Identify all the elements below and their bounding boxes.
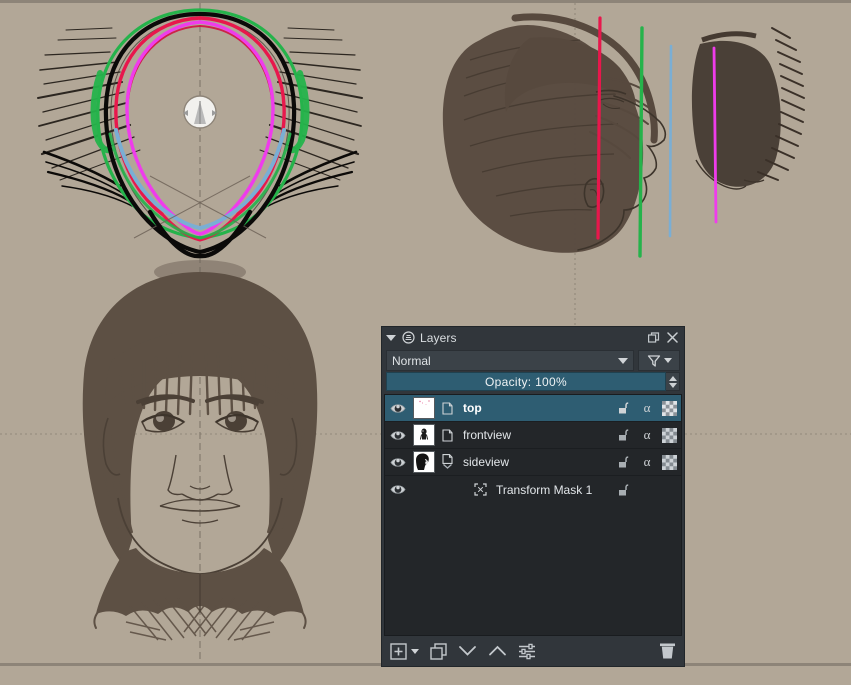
mirror-axis-handle (183, 96, 217, 128)
alpha-lock-checker-icon (662, 455, 677, 470)
duplicate-layer-button[interactable] (430, 643, 447, 660)
layer-type-cell (437, 429, 457, 442)
layer-visibility-toggle[interactable] (385, 402, 410, 415)
alpha-icon: α (640, 428, 654, 442)
layer-thumbnail-image (414, 398, 434, 418)
layer-alpha-lock-toggle[interactable] (658, 428, 681, 443)
layer-visibility-toggle[interactable] (385, 429, 410, 442)
layer-name-cell[interactable]: frontview (457, 428, 612, 442)
layer-visibility-toggle[interactable] (385, 456, 410, 469)
close-icon[interactable] (667, 332, 678, 343)
layer-thumbnail[interactable] (410, 424, 437, 446)
blend-mode-row: Normal (382, 348, 684, 372)
layers-bottom-toolbar (382, 636, 684, 666)
opacity-slider[interactable]: Opacity: 100% (386, 372, 666, 391)
alpha-icon: α (640, 455, 654, 469)
move-layer-up-button[interactable] (488, 644, 507, 658)
blend-mode-select[interactable]: Normal (386, 350, 634, 371)
layer-filter-button[interactable] (638, 350, 680, 371)
layer-lock-toggle[interactable] (612, 455, 635, 469)
layer-name: frontview (463, 428, 511, 442)
eye-icon (390, 402, 406, 415)
paint-layer-icon (442, 402, 453, 415)
layer-name: sideview (463, 455, 509, 469)
eye-icon (390, 456, 406, 469)
layer-lock-toggle[interactable] (612, 401, 635, 415)
open-padlock-icon (617, 428, 631, 442)
chevron-down-icon[interactable] (442, 463, 453, 470)
layer-alpha-toggle[interactable]: α (635, 455, 658, 469)
layer-row-top[interactable]: top α (385, 395, 681, 422)
layer-type-cell (437, 402, 457, 415)
chevron-down-icon[interactable] (386, 335, 396, 341)
layer-alpha-toggle[interactable]: α (635, 428, 658, 442)
filter-funnel-icon (647, 354, 661, 368)
transform-mask-icon (474, 483, 487, 496)
alpha-lock-checker-icon (662, 428, 677, 443)
layer-name: top (463, 401, 482, 415)
svg-text:α: α (643, 455, 650, 469)
layer-lock-toggle[interactable] (612, 483, 635, 497)
layer-alpha-lock-toggle[interactable] (658, 455, 681, 470)
spin-up-icon[interactable] (669, 376, 677, 381)
chevron-down-icon (458, 644, 477, 658)
chevron-up-icon (488, 644, 507, 658)
chevron-down-icon[interactable] (411, 649, 419, 654)
layer-list[interactable]: top α (384, 394, 682, 636)
opacity-value-label: Opacity: 100% (485, 375, 567, 389)
layer-thumbnail[interactable] (410, 397, 437, 419)
move-layer-down-button[interactable] (458, 644, 477, 658)
layer-name: Transform Mask 1 (496, 483, 592, 497)
docker-titlebar: Layers (382, 327, 684, 348)
svg-text:α: α (643, 428, 650, 442)
layer-thumbnail-image (414, 452, 434, 472)
chevron-down-icon (618, 358, 628, 364)
layers-docker[interactable]: Layers Normal Opacity: 100% (381, 326, 685, 667)
layer-properties-button[interactable] (518, 643, 536, 660)
alpha-lock-checker-icon (662, 401, 677, 416)
layer-alpha-lock-toggle[interactable] (658, 401, 681, 416)
layer-lock-toggle[interactable] (612, 428, 635, 442)
side-view-drawing (443, 17, 804, 256)
layers-docker-icon (402, 331, 415, 344)
open-padlock-icon (617, 401, 631, 415)
eye-icon (390, 483, 406, 496)
blend-mode-value: Normal (392, 354, 431, 368)
transform-mask-type-cell (470, 483, 490, 496)
delete-layer-button[interactable] (659, 642, 676, 660)
open-padlock-icon (617, 455, 631, 469)
layer-type-cell[interactable] (437, 454, 457, 470)
opacity-row: Opacity: 100% (382, 372, 684, 394)
layer-thumbnail[interactable] (410, 451, 437, 473)
svg-text:α: α (643, 401, 650, 415)
layer-thumbnail-image (414, 425, 434, 445)
layer-alpha-toggle[interactable]: α (635, 401, 658, 415)
layer-name-cell[interactable]: sideview (457, 455, 612, 469)
chevron-down-icon (664, 358, 672, 363)
trash-icon (659, 642, 676, 660)
duplicate-layer-icon (430, 643, 447, 660)
add-layer-button[interactable] (390, 643, 419, 660)
layer-name-cell[interactable]: top (457, 401, 612, 415)
spin-down-icon[interactable] (669, 383, 677, 388)
alpha-icon: α (640, 401, 654, 415)
opacity-spinner[interactable] (666, 372, 680, 391)
layer-row-transform-mask-1[interactable]: Transform Mask 1 (385, 476, 681, 503)
sliders-icon (518, 643, 536, 660)
layer-row-sideview[interactable]: sideview α (385, 449, 681, 476)
docker-title: Layers (420, 331, 457, 345)
paint-layer-icon (442, 429, 453, 442)
open-padlock-icon (617, 483, 631, 497)
layer-name-cell[interactable]: Transform Mask 1 (490, 483, 612, 497)
eye-icon (390, 429, 406, 442)
plus-box-icon (390, 643, 407, 660)
layer-visibility-toggle[interactable] (385, 483, 410, 496)
layer-row-frontview[interactable]: frontview α (385, 422, 681, 449)
float-docker-icon[interactable] (648, 332, 660, 344)
